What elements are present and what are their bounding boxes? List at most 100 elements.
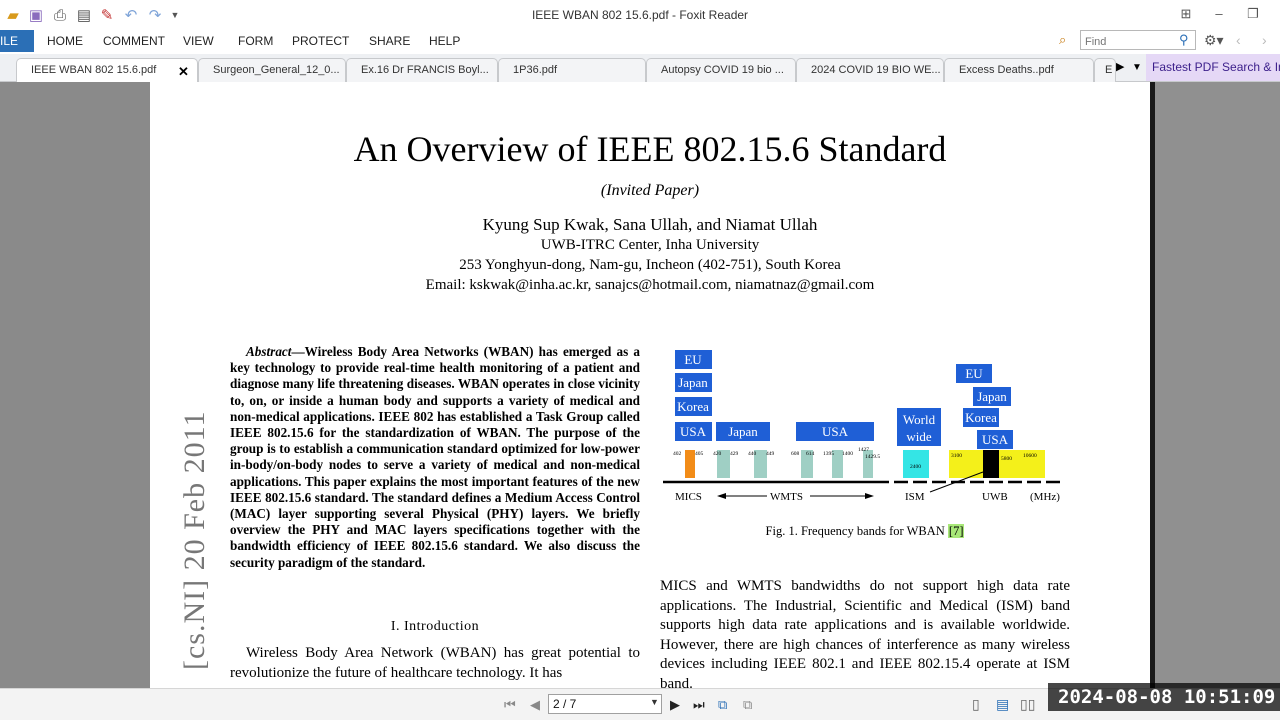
figure-caption: Fig. 1. Frequency bands for WBAN [7] [655,524,1075,539]
abstract-label: Abstract [246,344,292,359]
tab-label: E [1105,64,1113,76]
axis-label-mhz: (MHz) [1030,491,1060,503]
tab-list-dropdown-icon[interactable]: ▼ [1132,62,1142,73]
find-previous-icon[interactable]: ‹ [1236,32,1241,48]
tab-scroll-right-icon[interactable]: ▶ [1116,60,1124,73]
label-japan-left: Japan [678,375,708,390]
last-page-icon[interactable]: ⏭ [693,697,705,713]
figure-caption-text: Fig. 1. Frequency bands for WBAN [765,524,948,538]
facing-view-icon[interactable]: ▯▯ [1020,696,1035,713]
freq-440: 440 [748,451,757,457]
label-korea-left: Korea [677,399,709,414]
menu-comment[interactable]: COMMENT [103,34,165,48]
close-tab-icon[interactable]: ✕ [178,64,189,80]
tab-label: IEEE WBAN 802 15.6.pdf [31,64,157,76]
paper-title: An Overview of IEEE 802.15.6 Standard [353,129,947,169]
find-file-icon[interactable]: ⌕ [1059,32,1066,48]
axis-label-wmts: WMTS [770,491,803,503]
paper-email: Email: kskwak@inha.ac.kr, sanajcs@hotmai… [425,277,875,293]
tab-1p36[interactable]: 1P36.pdf [498,58,646,82]
abstract-text: —Wireless Body Area Networks (WBAN) has … [230,344,640,570]
introduction-text: Wireless Body Area Network (WBAN) has gr… [230,645,640,681]
paper-subtitle: (Invited Paper) [600,182,700,199]
pdf-page: An Overview of IEEE 802.15.6 Standard (I… [150,82,1150,688]
previous-view-icon[interactable]: ⧉ [718,697,727,713]
label-usa-left: USA [680,424,707,439]
promo-banner[interactable]: Fastest PDF Search & In [1146,54,1280,81]
minimize-button[interactable]: – [1209,6,1229,24]
find-next-icon[interactable]: › [1262,32,1267,48]
freq-5800: 5800 [1001,456,1012,462]
label-usa-right: USA [982,432,1009,447]
tab-surgeon-general[interactable]: Surgeon_General_12_0... [198,58,346,82]
freq-402: 402 [673,451,682,457]
tab-label: 1P36.pdf [513,64,558,76]
tab-excess-deaths[interactable]: Excess Deaths..pdf [944,58,1094,82]
menu-home[interactable]: HOME [47,34,83,48]
continuous-view-icon[interactable]: ▤ [996,696,1009,713]
previous-page-icon[interactable]: ◀ [530,697,540,713]
menu-view[interactable]: VIEW [183,34,214,48]
tab-ieee-wban[interactable]: IEEE WBAN 802 15.6.pdf [16,58,198,83]
label-world: World [903,412,936,427]
tab-overflow[interactable]: E [1094,58,1116,82]
freq-1427: 1427 [858,447,869,453]
bar-mics [685,450,695,478]
label-wide: wide [906,429,932,444]
page-dropdown-icon[interactable]: ▼ [650,697,659,707]
right-column-text: MICS and WMTS bandwidths do not support … [660,578,1070,688]
tab-autopsy[interactable]: Autopsy COVID 19 bio ... [646,58,796,82]
window-title: IEEE WBAN 802 15.6.pdf - Foxit Reader [531,8,749,22]
tab-label: Ex.16 Dr FRANCIS Boyl... [361,64,489,76]
single-page-view-icon[interactable]: ▯ [972,696,980,713]
axis-label-ism: ISM [905,491,925,503]
freq-449: 449 [766,451,775,457]
freq-614: 614 [806,451,815,457]
axis-label-mics: MICS [675,491,702,503]
restore-button[interactable]: ❐ [1243,6,1263,24]
freq-608: 608 [791,451,800,457]
freq-1395: 1395 [823,451,834,457]
paper-affiliation: UWB-ITRC Center, Inha University [540,237,760,253]
tab-2024-covid[interactable]: 2024 COVID 19 BIO WE... [796,58,944,82]
tab-label: Surgeon_General_12_0... [213,64,340,76]
frequency-bands-figure: EU Japan Korea USA Japan USA World wide … [663,350,1065,503]
ribbon-menu: ILE HOME COMMENT VIEW FORM PROTECT SHARE… [0,30,1280,54]
ribbon-display-icon[interactable]: ⊞ [1176,6,1196,24]
document-viewport[interactable]: An Overview of IEEE 802.15.6 Standard (I… [0,82,1280,688]
label-usa-wmts: USA [822,424,849,439]
paper-address: 253 Yonghyun-dong, Nam-gu, Incheon (402-… [459,257,841,273]
label-eu-right: EU [965,366,983,381]
paper-authors: Kyung Sup Kwak, Sana Ullah, and Niamat U… [482,215,818,234]
freq-429: 429 [730,451,739,457]
freq-405: 405 [695,451,704,457]
next-page-icon[interactable]: ▶ [670,697,680,713]
label-korea-right: Korea [965,410,997,425]
document-tabs: IEEE WBAN 802 15.6.pdf ✕ Surgeon_General… [0,54,1280,83]
menu-help[interactable]: HELP [429,34,460,48]
freq-420: 420 [713,451,722,457]
section-heading-introduction: I. Introduction [390,619,480,634]
file-menu[interactable]: ILE [0,30,34,52]
page-number-input[interactable]: 2 / 7 [548,694,662,714]
next-view-icon[interactable]: ⧉ [743,697,752,713]
settings-gear-icon[interactable]: ⚙▾ [1204,32,1224,49]
freq-1429-5: 1429.5 [865,454,880,460]
first-page-icon[interactable]: ⏮ [504,697,516,713]
label-japan-right: Japan [977,389,1007,404]
title-bar: ▰ ▣ ⎙ ▤ ✎ ↶ ↷ ▼ IEEE WBAN 802 15.6.pdf -… [0,0,1280,30]
menu-share[interactable]: SHARE [369,34,410,48]
bar-uwb-gap [983,450,999,478]
freq-3100: 3100 [951,453,962,459]
tab-label: Excess Deaths..pdf [959,64,1054,76]
freq-2400: 2400 [910,464,921,470]
tab-ex16[interactable]: Ex.16 Dr FRANCIS Boyl... [346,58,498,82]
search-icon[interactable]: ⚲ [1179,32,1189,48]
menu-form[interactable]: FORM [238,34,273,48]
label-japan-wmts: Japan [728,424,758,439]
citation-link[interactable]: [7] [947,524,965,538]
menu-protect[interactable]: PROTECT [292,34,349,48]
timestamp-overlay: 2024-08-08 10:51:09 [1048,683,1280,711]
freq-10600: 10600 [1023,453,1037,459]
axis-label-uwb: UWB [982,491,1008,503]
